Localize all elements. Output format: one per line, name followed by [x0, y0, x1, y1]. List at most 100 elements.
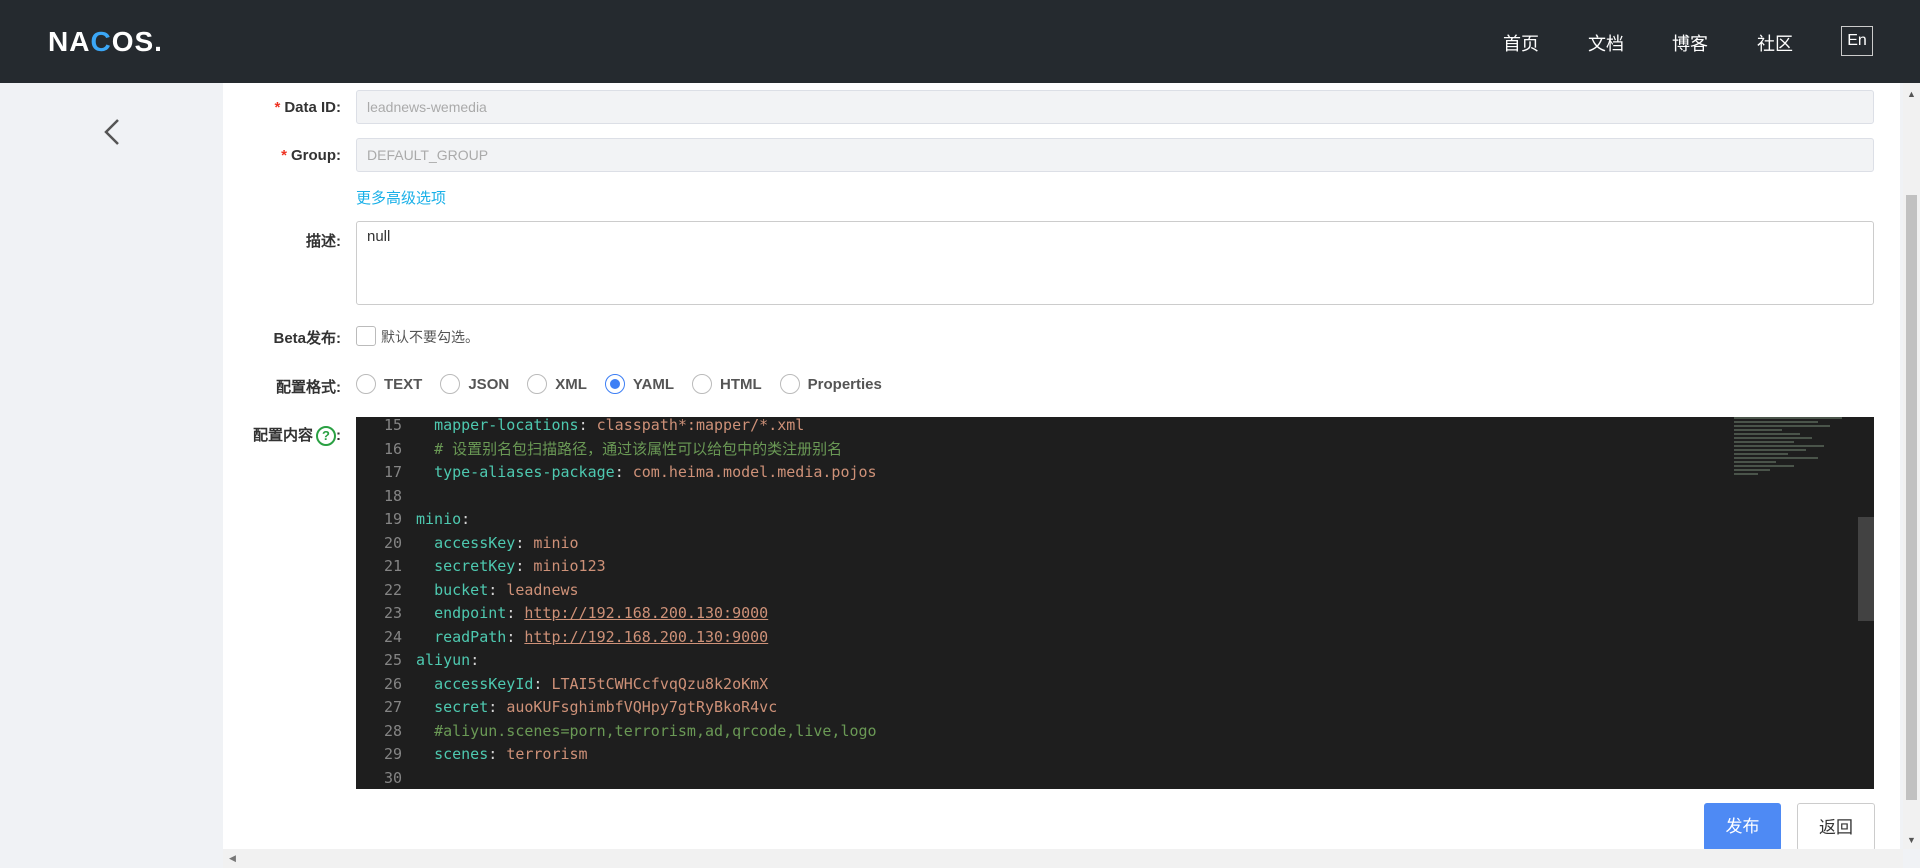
code-token: readPath	[434, 627, 507, 646]
group-field[interactable]: DEFAULT_GROUP	[356, 138, 1874, 172]
code-token: :	[488, 698, 507, 716]
nacos-logo[interactable]: NA C OS.	[48, 24, 163, 60]
editor-scrollbar[interactable]	[1858, 517, 1874, 621]
format-option-yaml[interactable]: YAML	[604, 374, 674, 394]
code-line[interactable]: 25 aliyun:	[356, 649, 1756, 673]
code-token: aliyun	[416, 651, 471, 669]
more-advanced-options-link[interactable]: 更多高级选项	[356, 187, 446, 208]
line-number: 18	[383, 486, 402, 505]
format-label: 配置格式:	[276, 379, 341, 396]
code-line[interactable]: 21 secretKey: minio123	[356, 555, 1756, 579]
code-line[interactable]: 15 mapper-locations: classpath*:mapper/*…	[356, 417, 1756, 438]
code-line[interactable]: 19 minio:	[356, 508, 1756, 532]
code-line[interactable]: 24 readPath: http://192.168.200.130:9000	[356, 626, 1756, 650]
code-line[interactable]: 16 # 设置别名包扫描路径，通过该属性可以给包中的类注册别名	[356, 438, 1756, 462]
beta-label: Beta发布:	[273, 330, 341, 347]
code-line[interactable]: 30	[356, 767, 1756, 790]
scroll-down-icon[interactable]: ▼	[1907, 835, 1916, 845]
code-token: :	[533, 674, 552, 693]
scroll-left-icon[interactable]: ◀	[229, 853, 236, 864]
logo-text-3: OS.	[111, 26, 163, 57]
code-token: bucket	[434, 580, 489, 599]
line-number: 19	[383, 510, 402, 528]
code-token: secretKey	[434, 557, 516, 575]
format-option-text[interactable]: TEXT	[356, 374, 422, 394]
code-token: minio	[416, 510, 462, 528]
radio-dot-checked	[604, 374, 625, 394]
code-token: http://192.168.200.130:9000	[524, 627, 769, 646]
code-token: :	[461, 510, 471, 528]
code-line[interactable]: 26 accessKeyId: LTAI5tCWHCcfvqQzu8k2oKmX	[356, 673, 1756, 697]
code-token: classpath*:mapper/*.xml	[596, 417, 805, 434]
scroll-up-icon[interactable]: ▲	[1907, 89, 1916, 99]
data-id-label: * Data ID:	[274, 99, 341, 116]
code-token: :	[578, 417, 597, 434]
nav-community[interactable]: 社区	[1757, 30, 1793, 56]
scroll-thumb[interactable]	[1906, 195, 1917, 800]
required-marker: *	[274, 99, 281, 116]
nav-home[interactable]: 首页	[1503, 30, 1539, 56]
code-token: minio123	[533, 557, 606, 575]
code-token: http://192.168.200.130:9000	[524, 604, 769, 622]
line-number: 15	[383, 417, 402, 434]
nav-docs[interactable]: 文档	[1588, 30, 1624, 56]
help-icon[interactable]: ?	[316, 426, 336, 447]
code-token: scenes	[434, 745, 489, 763]
code-token: # 设置别名包扫描路径，通过该属性可以给包中的类注册别名	[434, 439, 843, 458]
language-toggle-button[interactable]: En	[1841, 26, 1873, 56]
code-token: LTAI5tCWHCcfvqQzu8k2oKmX	[551, 674, 769, 693]
code-line[interactable]: 27 secret: auoKUFsghimbfVQHpy7gtRyBkoR4v…	[356, 696, 1756, 720]
code-line[interactable]: 23 endpoint: http://192.168.200.130:9000	[356, 602, 1756, 626]
description-textarea[interactable]: null	[356, 221, 1874, 305]
code-line[interactable]: 20 accessKey: minio	[356, 532, 1756, 556]
format-option-html[interactable]: HTML	[692, 374, 762, 394]
chevron-left-icon[interactable]	[100, 116, 124, 148]
editor-minimap[interactable]	[1734, 417, 1854, 507]
format-option-xml[interactable]: XML	[527, 374, 587, 394]
line-number: 24	[383, 627, 402, 646]
code-editor[interactable]: 15 mapper-locations: classpath*:mapper/*…	[356, 417, 1874, 789]
code-line[interactable]: 18	[356, 485, 1756, 509]
top-navbar: NA C OS. 首页 文档 博客 社区 En	[0, 0, 1920, 83]
code-token: secret	[434, 698, 489, 716]
line-number: 26	[383, 674, 402, 693]
code-line[interactable]: 29 scenes: terrorism	[356, 743, 1756, 767]
code-token: :	[515, 533, 534, 552]
code-token: leadnews	[506, 580, 579, 599]
code-token: auoKUFsghimbfVQHpy7gtRyBkoR4vc	[506, 698, 778, 716]
format-option-json[interactable]: JSON	[440, 374, 509, 394]
line-number: 27	[383, 698, 402, 716]
content-label: 配置内容?:	[141, 424, 341, 447]
code-token: minio	[533, 533, 579, 552]
radio-dot	[356, 374, 376, 394]
code-line[interactable]: 17 type-aliases-package: com.heima.model…	[356, 461, 1756, 485]
page-vertical-scrollbar[interactable]: ▲ ▼	[1903, 83, 1920, 849]
format-option-properties[interactable]: Properties	[779, 374, 882, 394]
beta-hint: 默认不要勾选。	[381, 329, 479, 345]
line-number: 16	[383, 439, 402, 458]
radio-dot	[527, 374, 548, 394]
logo-text-2: C	[90, 26, 112, 57]
publish-button[interactable]: 发布	[1704, 803, 1781, 851]
line-number: 17	[383, 463, 402, 481]
nav-blog[interactable]: 博客	[1672, 30, 1708, 56]
radio-dot	[440, 374, 461, 394]
code-token: :	[614, 463, 633, 481]
data-id-field[interactable]: leadnews-wemedia	[356, 90, 1874, 124]
code-line[interactable]: 22 bucket: leadnews	[356, 579, 1756, 603]
back-button[interactable]: 返回	[1797, 803, 1875, 851]
line-number: 21	[383, 557, 402, 575]
page-horizontal-scrollbar[interactable]: ◀	[223, 849, 1903, 868]
line-number: 20	[383, 533, 402, 552]
beta-checkbox[interactable]	[356, 326, 376, 346]
radio-dot	[692, 374, 712, 394]
code-line[interactable]: 28 #aliyun.scenes=porn,terrorism,ad,qrco…	[356, 720, 1756, 744]
line-number: 28	[383, 721, 402, 740]
